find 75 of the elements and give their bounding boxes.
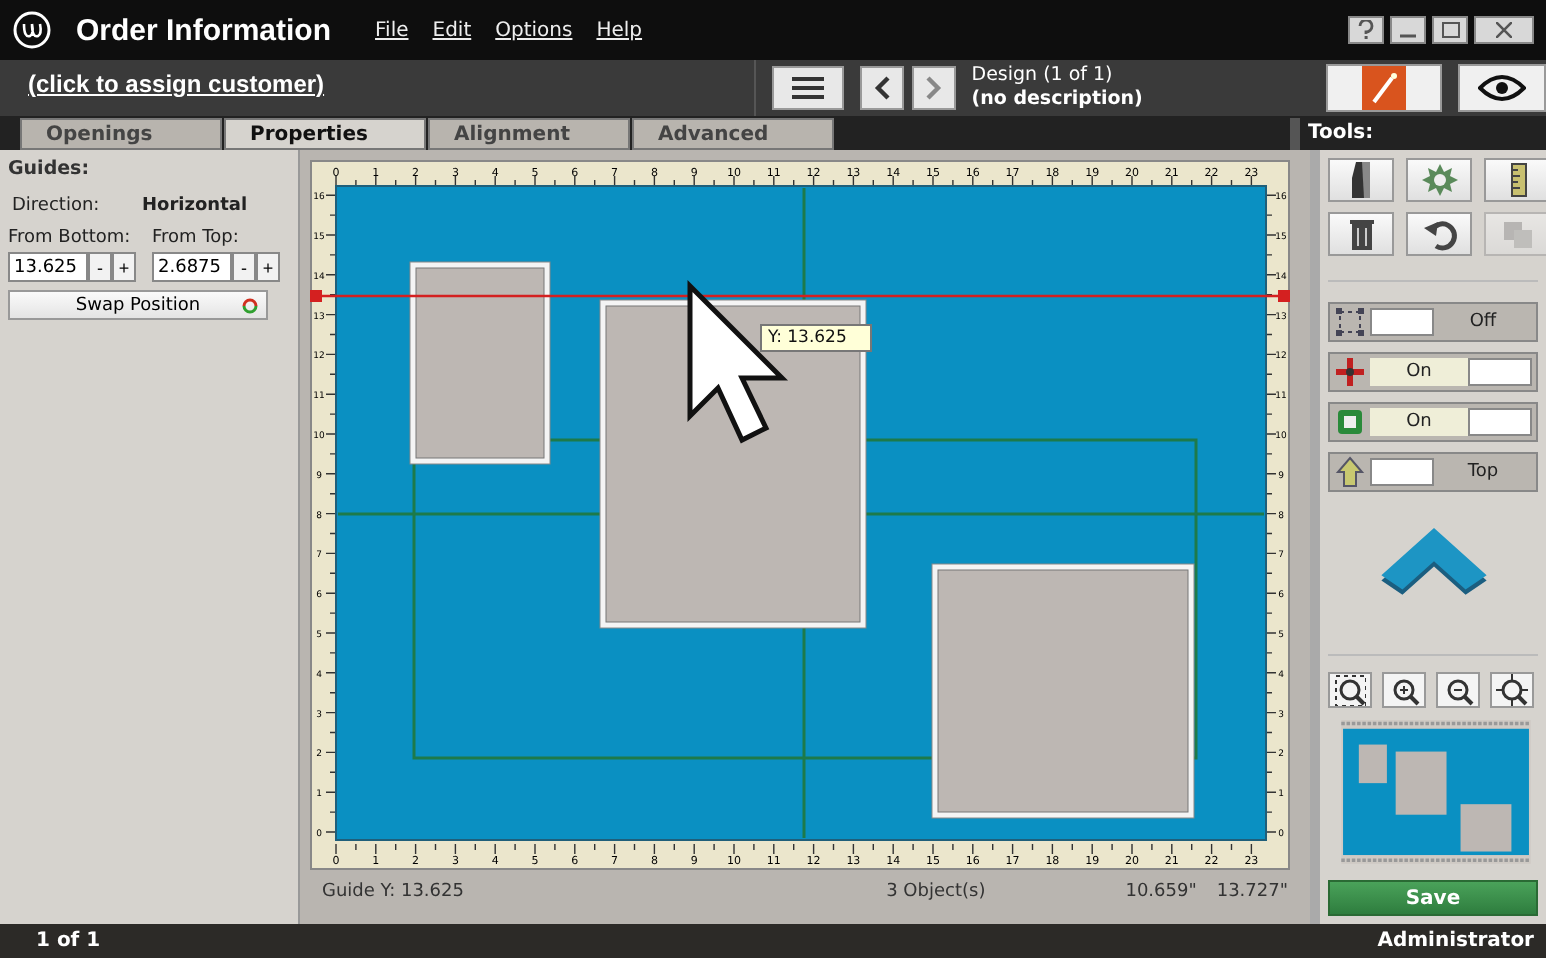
guide-line[interactable]: [310, 290, 1290, 302]
menu-item[interactable]: Edit: [432, 19, 472, 41]
wand-icon: [1370, 72, 1398, 104]
width-readout: 10.659": [1125, 882, 1197, 902]
close-button[interactable]: [1474, 16, 1534, 44]
crosshair-icon: [1334, 356, 1366, 388]
toggle-switch[interactable]: Off: [1328, 302, 1538, 342]
logo: [12, 10, 52, 50]
toggle-switch[interactable]: On: [1328, 402, 1538, 442]
magnifier-icon: [1334, 674, 1366, 707]
tab[interactable]: Openings: [20, 118, 222, 150]
swap-icon: [242, 298, 258, 314]
object-count: 3 Object(s): [886, 882, 986, 902]
chevron-left-icon: [873, 76, 890, 100]
tool-button[interactable]: [1484, 158, 1546, 202]
tab[interactable]: Advanced: [632, 118, 834, 150]
design-title: Design (1 of 1): [971, 64, 1115, 88]
menu-item[interactable]: Help: [596, 19, 643, 41]
user-name: Administrator: [1377, 930, 1534, 952]
chevron-right-icon: [925, 76, 942, 100]
menu-item[interactable]: File: [375, 19, 409, 41]
menu-button[interactable]: [771, 66, 844, 110]
field-label: From Bottom:: [8, 228, 133, 248]
previous-button[interactable]: [859, 66, 904, 110]
zoom-in-button[interactable]: [1382, 672, 1426, 709]
design-mode-button[interactable]: [1326, 64, 1442, 112]
number-field[interactable]: 13.625: [8, 252, 88, 282]
menu-icon: [791, 76, 824, 100]
preview-button[interactable]: [1458, 64, 1546, 112]
swap-button[interactable]: Swap Position: [8, 290, 268, 320]
increment-button[interactable]: +: [112, 252, 136, 282]
tool-button[interactable]: [1328, 158, 1394, 202]
decrement-button[interactable]: -: [232, 252, 256, 282]
save-button[interactable]: Save: [1328, 879, 1538, 917]
tool-button[interactable]: [1406, 212, 1472, 256]
toggle-switch[interactable]: On: [1328, 352, 1538, 392]
help-button[interactable]: [1348, 16, 1384, 44]
help-icon: [1358, 20, 1374, 40]
square-icon: [1334, 406, 1366, 438]
minimize-button[interactable]: [1390, 16, 1426, 44]
menu-item[interactable]: Options: [495, 19, 573, 41]
direction-value: Horizontal: [142, 196, 248, 216]
eye-icon: [1478, 74, 1526, 102]
zoom-out-icon: [1442, 674, 1474, 707]
pan-button[interactable]: [1490, 672, 1534, 709]
number-field[interactable]: 2.6875: [152, 252, 232, 282]
height-readout: 13.727": [1216, 882, 1288, 902]
design-description: (no description): [971, 88, 1143, 112]
customer-link[interactable]: (click to assign customer): [28, 70, 325, 98]
tab[interactable]: Properties: [224, 118, 426, 150]
zoom-out-button[interactable]: [1436, 672, 1480, 709]
selection-frame-icon: [1334, 306, 1366, 338]
field-label: From Top:: [152, 228, 241, 248]
maximize-button[interactable]: [1432, 16, 1468, 44]
guide-position-label: Y: 13.625: [760, 324, 873, 352]
maximize-icon: [1441, 22, 1459, 38]
next-button[interactable]: [911, 66, 956, 110]
section-heading: Guides:: [8, 158, 92, 180]
close-icon: [1496, 22, 1512, 38]
tab[interactable]: Alignment: [428, 118, 630, 150]
tools-heading: Tools:: [1306, 120, 1376, 148]
decrement-button[interactable]: -: [88, 252, 112, 282]
toggle-switch[interactable]: Top: [1328, 452, 1538, 492]
zoom-in-icon: [1388, 674, 1420, 707]
increment-button[interactable]: +: [256, 252, 280, 282]
field-label: Direction:: [12, 196, 102, 216]
guide-status: Guide Y: 13.625: [322, 882, 464, 902]
up-arrow-icon: [1334, 456, 1366, 488]
page-count: 1 of 1: [36, 930, 101, 952]
fit-button[interactable]: [1328, 672, 1372, 709]
cursor-icon: [687, 279, 789, 444]
magnifier-icon: [1496, 674, 1528, 707]
tool-button[interactable]: [1328, 212, 1394, 256]
gear-icon: [1419, 160, 1459, 200]
window-title: Order Information: [76, 13, 332, 47]
